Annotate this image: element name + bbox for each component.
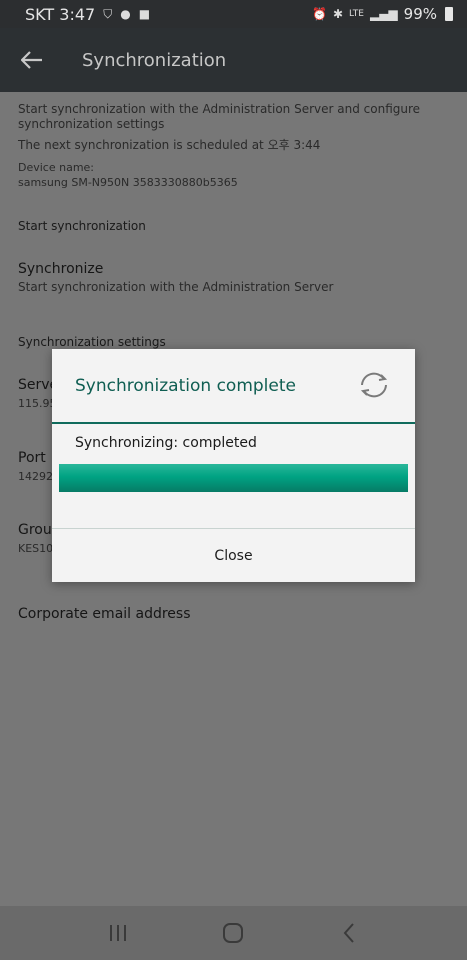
section-start-sync: Start synchronization (18, 219, 146, 233)
corporate-email-item[interactable]: Corporate email address (18, 606, 191, 622)
sync-icon (357, 368, 391, 402)
server-value: 115.95 (18, 397, 57, 410)
section-sync-settings: Synchronization settings (18, 335, 166, 349)
progress-bar (59, 464, 408, 492)
app-icon: ■ (138, 7, 151, 21)
carrier-time: SKT 3:47 (25, 4, 96, 24)
alarm-icon: ⏰ (311, 7, 327, 21)
description-text: Start synchronization with the Administr… (18, 102, 421, 116)
back-arrow-icon[interactable] (0, 28, 64, 92)
status-bar: SKT 3:47 ⛉ ● ■ ⏰ ✱ LTE ▂▄▆ 99% (0, 0, 467, 28)
port-value: 14292 (18, 470, 53, 483)
device-name-value: samsung SM-N950N 3583330880b5365 (18, 176, 238, 189)
progress-fill (59, 464, 408, 492)
port-item[interactable]: Port (18, 450, 46, 466)
signal-icon: ▂▄▆ (369, 7, 398, 21)
back-icon[interactable] (329, 913, 369, 953)
synchronize-item[interactable]: Synchronize (18, 261, 103, 277)
synchronize-desc: Start synchronization with the Administr… (18, 280, 334, 294)
group-item[interactable]: Grou (18, 522, 52, 538)
dialog-message: Synchronizing: completed (75, 435, 257, 451)
page-title: Synchronization (82, 49, 227, 71)
next-sync-text: The next synchronization is scheduled at… (18, 138, 321, 152)
app-bar: Synchronization (0, 28, 467, 92)
dialog-title: Synchronization complete (75, 376, 296, 396)
navigation-bar (0, 906, 467, 960)
home-icon[interactable] (213, 913, 253, 953)
sync-complete-dialog: Synchronization complete Synchronizing: … (52, 349, 415, 582)
close-button[interactable]: Close (52, 529, 415, 582)
battery-percent: 99% (403, 5, 437, 23)
dialog-divider (52, 422, 415, 424)
recent-apps-icon[interactable] (98, 913, 138, 953)
network-type: LTE (349, 9, 364, 19)
chat-icon: ● (120, 7, 131, 21)
group-value: KES10 (18, 542, 54, 555)
battery-icon (445, 7, 453, 21)
shield-icon: ⛉ (103, 6, 113, 21)
bluetooth-icon: ✱ (332, 7, 343, 21)
device-name-label: Device name: (18, 161, 95, 174)
description-text-2: synchronization settings (18, 117, 165, 131)
